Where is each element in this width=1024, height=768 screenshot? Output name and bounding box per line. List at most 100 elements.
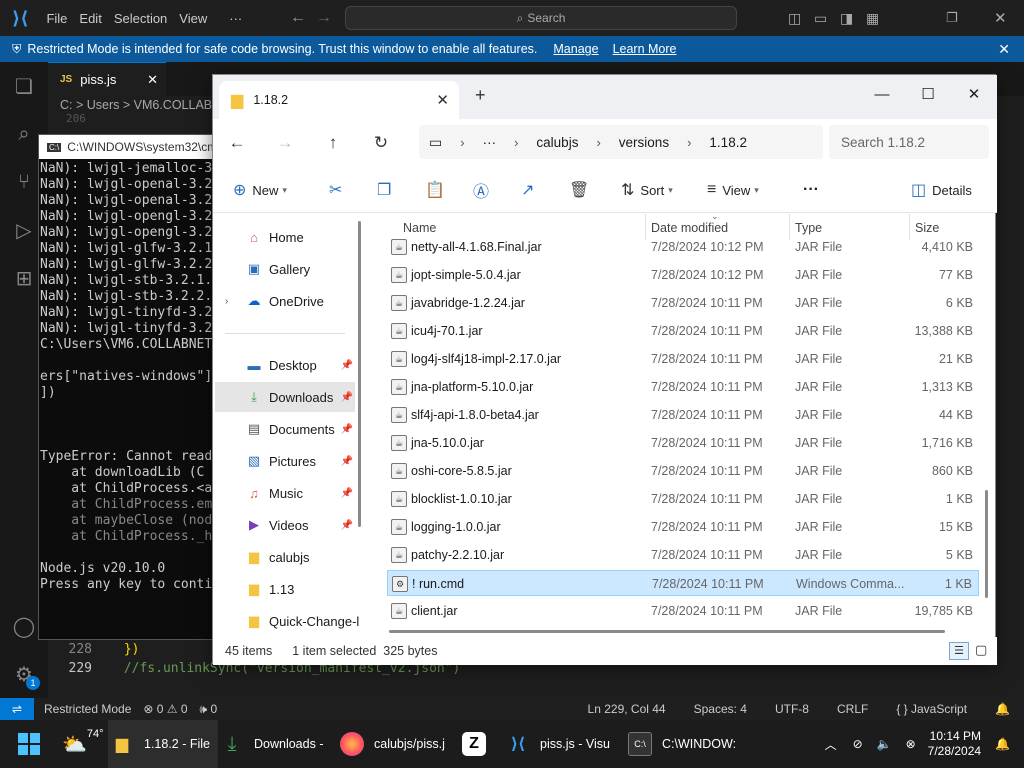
taskbar-firefox[interactable]: calubjs/piss.j xyxy=(340,720,445,768)
back-arrow-icon[interactable]: ← xyxy=(213,133,261,153)
sidebar-item-calubjs[interactable]: ▆ calubjs xyxy=(215,542,355,572)
sidebar-item-videos[interactable]: ▶ Videos 📌 xyxy=(215,510,355,540)
restore-window-icon[interactable]: ❐ xyxy=(946,10,958,26)
notification-bell-icon[interactable]: 🔔 xyxy=(995,737,1010,751)
path-current[interactable]: 1.18.2 xyxy=(709,135,747,150)
column-name-header[interactable]: Name xyxy=(403,221,436,235)
file-row[interactable]: ☕ jna-5.10.0.jar 7/28/2024 10:11 PM JAR Fil… xyxy=(387,430,979,456)
close-icon[interactable]: ✕ xyxy=(951,81,997,107)
file-row[interactable]: ☕ patchy-2.2.10.jar 7/28/2024 10:11 PM JAR … xyxy=(387,542,979,568)
explorer-icon[interactable]: ❏ xyxy=(0,62,48,110)
refresh-icon[interactable]: ↻ xyxy=(357,133,405,153)
file-row[interactable]: ☕ oshi-core-5.8.5.jar 7/28/2024 10:11 PM JA… xyxy=(387,458,979,484)
path-calubjs[interactable]: calubjs xyxy=(536,135,578,150)
settings-gear-icon[interactable]: ⚙ xyxy=(0,650,48,698)
file-row[interactable]: ☕ log4j-slf4j18-impl-2.17.0.jar 7/28/2024 … xyxy=(387,346,979,372)
indentation[interactable]: Spaces: 4 xyxy=(694,702,747,716)
tab-close-icon[interactable]: ✕ xyxy=(436,91,449,109)
file-row[interactable]: ☕ javabridge-1.2.24.jar 7/28/2024 10:11 PM… xyxy=(387,290,979,316)
new-button[interactable]: ⊕ New ▾ xyxy=(233,167,287,213)
sidebar-item-home[interactable]: ⌂ Home xyxy=(215,222,355,252)
search-input[interactable]: Search 1.18.2 xyxy=(829,125,989,159)
column-type-header[interactable]: Type xyxy=(795,221,822,235)
cut-icon[interactable]: ✂ xyxy=(329,167,348,213)
file-row[interactable]: ☕ logging-1.0.0.jar 7/28/2024 10:11 PM JAR … xyxy=(387,514,979,540)
problems-status[interactable]: ⊗ 0 ⚠ 0 xyxy=(143,702,187,716)
file-row[interactable]: ⚙ ! run.cmd 7/28/2024 10:11 PM Windows Comm… xyxy=(387,570,979,596)
delete-icon[interactable]: 🗑 xyxy=(569,167,595,213)
sidebar-toggle-icon[interactable]: ◨ xyxy=(840,10,853,27)
copy-icon[interactable]: ❐ xyxy=(377,167,397,213)
cmd-title-bar[interactable]: C:\ C:\WINDOWS\system32\cmd xyxy=(39,135,215,159)
forward-arrow-icon[interactable]: → xyxy=(261,133,309,153)
chevron-up-icon[interactable]: ︿ xyxy=(825,736,837,753)
panel-toggle-icon[interactable]: ▭ xyxy=(814,10,827,27)
taskbar-downloads[interactable]: ⤓ Downloads - xyxy=(220,720,324,768)
forward-arrow-icon[interactable]: → xyxy=(316,9,332,27)
sidebar-item-onedrive[interactable]: › ☁ OneDrive xyxy=(215,286,355,316)
menu-more[interactable]: ··· xyxy=(229,11,242,26)
horizontal-scrollbar[interactable] xyxy=(389,630,945,633)
tab-close-icon[interactable]: ✕ xyxy=(147,72,158,88)
back-arrow-icon[interactable]: ← xyxy=(290,9,306,27)
file-row[interactable]: ☕ blocklist-1.0.10.jar 7/28/2024 10:11 PM J… xyxy=(387,486,979,512)
manage-link[interactable]: Manage xyxy=(553,42,598,56)
sidebar-item-downloads[interactable]: ⤓ Downloads 📌 xyxy=(215,382,355,412)
chevron-right-icon[interactable]: › xyxy=(225,296,228,307)
file-row[interactable]: ☕ icu4j-70.1.jar 7/28/2024 10:11 PM JAR Fil… xyxy=(387,318,979,344)
share-icon[interactable]: ↗ xyxy=(521,167,540,213)
file-explorer-window[interactable]: ▆ 1.18.2 ✕ + — ☐ ✕ ← → ↑ ↻ ▭ › ··· › cal… xyxy=(212,74,997,665)
line-ending[interactable]: CRLF xyxy=(837,702,868,716)
details-view-icon[interactable]: ☰ xyxy=(949,642,969,660)
sidebar-item-documents[interactable]: ▤ Documents 📌 xyxy=(215,414,355,444)
path-versions[interactable]: versions xyxy=(619,135,669,150)
menu-file[interactable]: File xyxy=(46,11,67,26)
sidebar-item-pictures[interactable]: ▧ Pictures 📌 xyxy=(215,446,355,476)
notifications-bell-icon[interactable]: 🔔 xyxy=(995,702,1010,716)
address-bar[interactable]: ▭ › ··· › calubjs › versions › 1.18.2 xyxy=(419,125,823,159)
sidebar-item-gallery[interactable]: ▣ Gallery xyxy=(215,254,355,284)
rename-icon[interactable]: Ⓐ xyxy=(473,167,495,213)
navigation-pane-scrollbar[interactable] xyxy=(358,221,361,527)
file-row[interactable]: ☕ slf4j-api-1.8.0-beta4.jar 7/28/2024 10:1… xyxy=(387,402,979,428)
sidebar-item-music[interactable]: ♫ Music 📌 xyxy=(215,478,355,508)
sidebar-item-1-13[interactable]: ▆ 1.13 xyxy=(215,574,355,604)
file-row[interactable]: ☕ jna-platform-5.10.0.jar 7/28/2024 10:11 … xyxy=(387,374,979,400)
battery-status-icon[interactable]: ⊗ xyxy=(906,737,916,751)
restricted-mode-status[interactable]: Restricted Mode xyxy=(44,702,131,716)
banner-close-icon[interactable]: ✕ xyxy=(998,41,1010,58)
menu-edit[interactable]: Edit xyxy=(79,11,101,26)
taskbar-cmd[interactable]: C:\ C:\WINDOW: xyxy=(628,720,736,768)
maximize-icon[interactable]: ☐ xyxy=(905,81,951,107)
start-button[interactable] xyxy=(18,720,40,768)
column-size-header[interactable]: Size xyxy=(915,221,939,235)
explorer-tab[interactable]: ▆ 1.18.2 ✕ xyxy=(219,81,459,119)
view-button[interactable]: ≡ View ▾ xyxy=(707,167,759,213)
minimize-icon[interactable]: — xyxy=(859,81,905,107)
menu-selection[interactable]: Selection xyxy=(114,11,167,26)
ports-status[interactable]: 🕪 0 xyxy=(200,702,218,717)
file-row[interactable]: ☕ client.jar 7/28/2024 10:11 PM JAR File 19,… xyxy=(387,598,979,624)
customize-layout-icon[interactable]: ▦ xyxy=(866,10,879,27)
up-arrow-icon[interactable]: ↑ xyxy=(309,133,357,153)
cursor-position[interactable]: Ln 229, Col 44 xyxy=(588,702,666,716)
encoding[interactable]: UTF-8 xyxy=(775,702,809,716)
learn-more-link[interactable]: Learn More xyxy=(613,42,677,56)
sidebar-item-quick-change-l[interactable]: ▆ Quick-Change-l xyxy=(215,606,359,636)
close-window-icon[interactable]: ✕ xyxy=(994,9,1007,27)
new-tab-plus-icon[interactable]: + xyxy=(475,85,486,106)
taskbar-vscode[interactable]: ⟩⟨ piss.js - Visu xyxy=(506,720,610,768)
path-overflow[interactable]: ··· xyxy=(483,135,497,150)
column-date-header[interactable]: Date modified xyxy=(651,221,728,235)
cmd-window[interactable]: C:\ C:\WINDOWS\system32\cmd NaN): lwjgl-… xyxy=(38,134,216,640)
tab-piss-js[interactable]: JS piss.js ✕ xyxy=(48,62,166,96)
weather-widget[interactable]: ⛅ 74° xyxy=(62,720,104,768)
clock[interactable]: 10:14 PM 7/28/2024 xyxy=(928,729,981,759)
taskbar-explorer-1-18-2[interactable]: ▆ 1.18.2 - File xyxy=(108,720,219,768)
more-options-button[interactable]: ··· xyxy=(803,167,819,213)
file-row[interactable]: ☕ netty-all-4.1.68.Final.jar 7/28/2024 10:… xyxy=(387,234,979,260)
language-mode[interactable]: { } JavaScript xyxy=(896,702,967,716)
remote-indicator-icon[interactable]: ⇌ xyxy=(0,698,34,720)
sidebar-item-desktop[interactable]: ▬ Desktop 📌 xyxy=(215,350,355,380)
menu-view[interactable]: View xyxy=(179,11,207,26)
